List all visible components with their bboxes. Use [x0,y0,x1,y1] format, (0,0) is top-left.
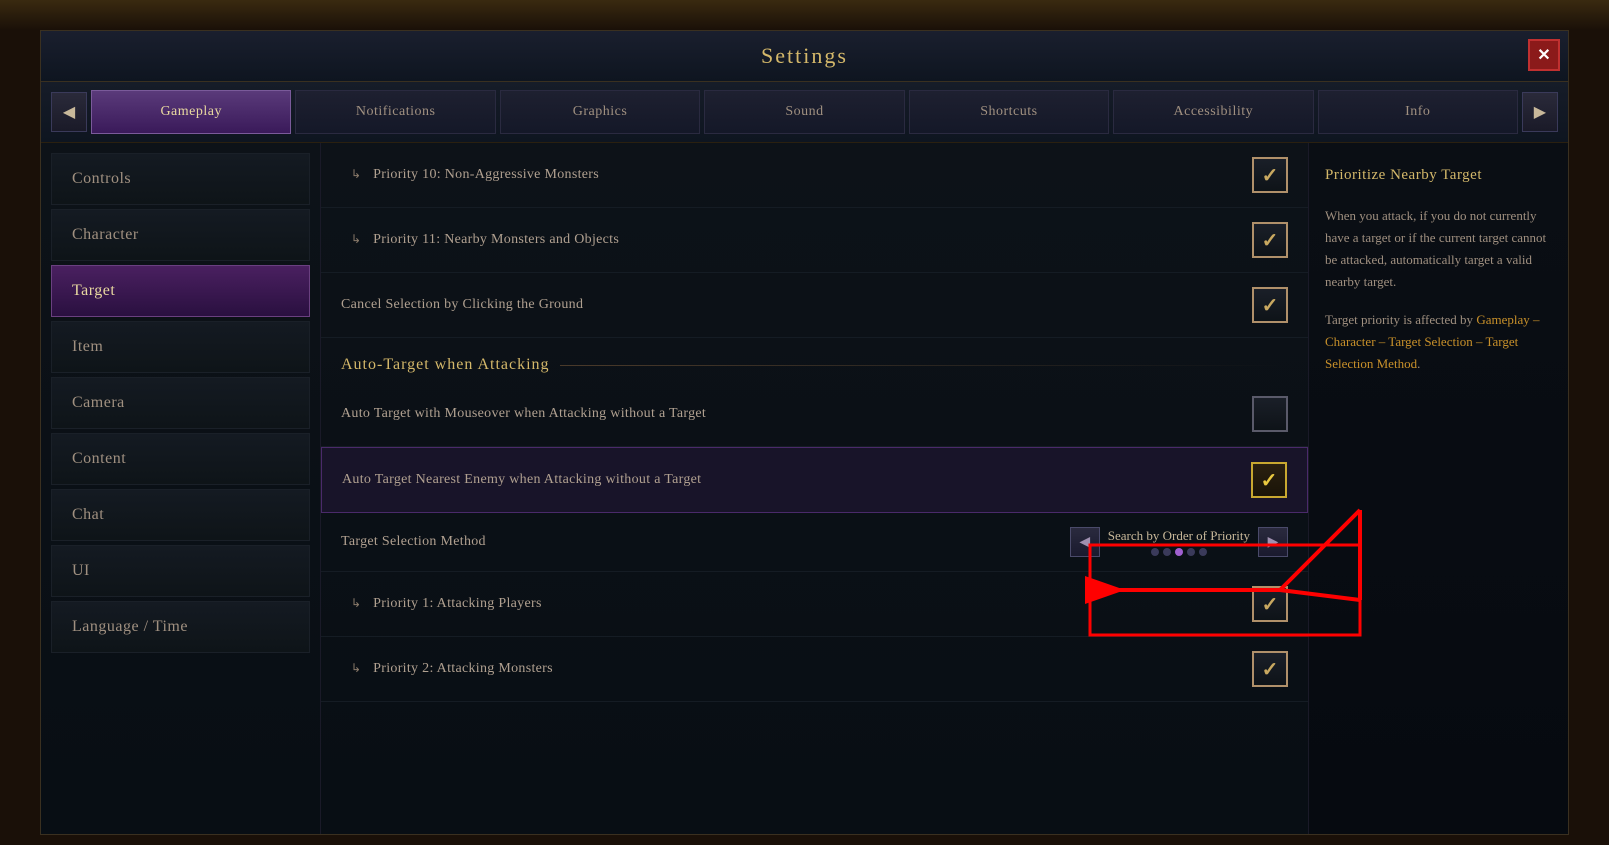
setting-row-priority2: ↳ Priority 2: Attacking Monsters [321,637,1308,702]
priority1-checkbox[interactable] [1252,586,1288,622]
auto-mouseover-label: Auto Target with Mouseover when Attackin… [341,406,1252,422]
selector-value: Search by Order of Priority [1108,528,1250,544]
tab-gameplay[interactable]: Gameplay [91,90,291,134]
tab-next-button[interactable]: ▶ [1522,92,1558,132]
tab-graphics[interactable]: Graphics [500,90,700,134]
priority1-label: Priority 1: Attacking Players [373,596,542,611]
target-selection-label: Target Selection Method [341,534,1070,550]
content-area: Controls Character Target Item Camera Co… [41,143,1568,834]
tab-bar: ◀ Gameplay Notifications Graphics Sound … [41,82,1568,143]
sidebar-item-chat[interactable]: Chat [51,489,310,541]
cancel-selection-label: Cancel Selection by Clicking the Ground [341,297,1252,313]
sidebar-item-character[interactable]: Character [51,209,310,261]
priority11-checkbox[interactable] [1252,222,1288,258]
sidebar-item-controls[interactable]: Controls [51,153,310,205]
selector-prev-button[interactable]: ◀ [1070,527,1100,557]
settings-panel: ↳ Priority 10: Non-Aggressive Monsters ↳… [321,143,1308,834]
section-header-auto-target: Auto-Target when Attacking [321,338,1308,382]
priority11-label: Priority 11: Nearby Monsters and Objects [373,232,619,247]
info-panel: Prioritize Nearby Target When you attack… [1308,143,1568,834]
setting-row-auto-mouseover: Auto Target with Mouseover when Attackin… [321,382,1308,447]
sidebar-item-camera[interactable]: Camera [51,377,310,429]
selector-dot-1 [1151,548,1159,556]
auto-nearest-checkbox[interactable] [1251,462,1287,498]
section-divider [560,365,1288,366]
info-link[interactable]: Gameplay – Character – Target Selection … [1325,312,1539,371]
selector-dot-3 [1175,548,1183,556]
tab-accessibility[interactable]: Accessibility [1113,90,1313,134]
setting-row-cancel-selection: Cancel Selection by Clicking the Ground [321,273,1308,338]
sidebar-item-language-time[interactable]: Language / Time [51,601,310,653]
sidebar-item-target[interactable]: Target [51,265,310,317]
selector-next-button[interactable]: ▶ [1258,527,1288,557]
selector-control: ◀ Search by Order of Priority ▶ [1070,527,1288,557]
info-paragraph-1: When you attack, if you do not currently… [1325,205,1552,293]
auto-mouseover-checkbox[interactable] [1252,396,1288,432]
close-button[interactable]: ✕ [1528,39,1560,71]
selector-dots [1108,548,1250,556]
sub-arrow-3: ↳ [351,596,361,610]
tab-prev-button[interactable]: ◀ [51,92,87,132]
sub-arrow-4: ↳ [351,661,361,675]
setting-row-priority10: ↳ Priority 10: Non-Aggressive Monsters [321,143,1308,208]
setting-row-target-selection: Target Selection Method ◀ Search by Orde… [321,513,1308,572]
setting-row-priority1: ↳ Priority 1: Attacking Players [321,572,1308,637]
tab-sound[interactable]: Sound [704,90,904,134]
setting-row-priority11: ↳ Priority 11: Nearby Monsters and Objec… [321,208,1308,273]
sidebar-item-ui[interactable]: UI [51,545,310,597]
selector-dot-2 [1163,548,1171,556]
auto-nearest-label: Auto Target Nearest Enemy when Attacking… [342,472,1251,488]
info-paragraph-2: Target priority is affected by Gameplay … [1325,309,1552,375]
tab-shortcuts[interactable]: Shortcuts [909,90,1109,134]
tab-info[interactable]: Info [1318,90,1518,134]
priority10-label: Priority 10: Non-Aggressive Monsters [373,167,599,182]
priority10-checkbox[interactable] [1252,157,1288,193]
selector-dot-5 [1199,548,1207,556]
tab-notifications[interactable]: Notifications [295,90,495,134]
sidebar-item-item[interactable]: Item [51,321,310,373]
settings-modal: Settings ✕ ◀ Gameplay Notifications Grap… [40,30,1569,835]
selector-dot-4 [1187,548,1195,556]
setting-row-auto-nearest: Auto Target Nearest Enemy when Attacking… [321,447,1308,513]
sidebar: Controls Character Target Item Camera Co… [41,143,321,834]
priority2-checkbox[interactable] [1252,651,1288,687]
title-bar: Settings ✕ [41,31,1568,82]
sub-arrow: ↳ [351,167,361,181]
priority2-label: Priority 2: Attacking Monsters [373,661,553,676]
sidebar-item-content[interactable]: Content [51,433,310,485]
section-header-text: Auto-Target when Attacking [341,356,550,374]
sub-arrow-2: ↳ [351,232,361,246]
modal-title: Settings [61,43,1548,69]
info-title: Prioritize Nearby Target [1325,163,1552,189]
cancel-selection-checkbox[interactable] [1252,287,1288,323]
